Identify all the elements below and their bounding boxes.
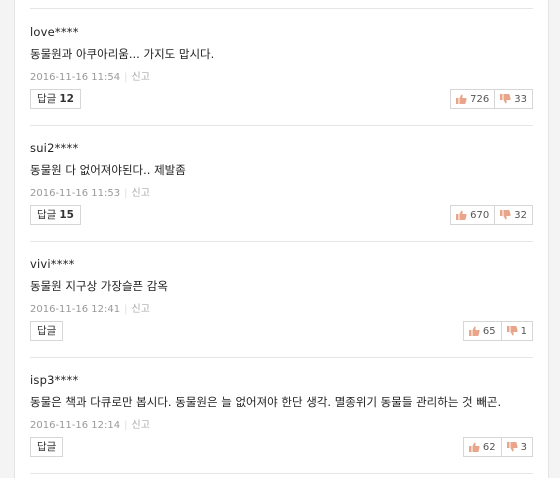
comment-meta: 2016-11-16 12:41 | 신고 [30, 300, 150, 315]
like-button[interactable]: 726 [450, 89, 496, 109]
thumbs-down-icon [500, 210, 511, 220]
comment-item: sui2**** 동물원 다 없어져야된다.. 제발좀 2016-11-16 1… [30, 125, 533, 242]
comment-timestamp: 2016-11-16 12:41 [30, 304, 121, 315]
thumbs-up-icon [456, 210, 467, 220]
reply-button[interactable]: 답글 [30, 321, 64, 341]
thumbs-up-icon [456, 94, 467, 104]
like-count: 670 [470, 209, 490, 221]
dislike-button[interactable]: 3 [501, 437, 533, 457]
like-count: 726 [470, 93, 490, 105]
vote-group: 62 3 [462, 437, 533, 457]
comment-text: 동물은 책과 다큐로만 봅시다. 동물원은 늘 없어져야 한단 생각. 멸종위기… [30, 395, 502, 409]
like-button[interactable]: 62 [462, 437, 502, 457]
comment-item: vivi**** 동물원 지구상 가장슬픈 감옥 2016-11-16 12:4… [30, 241, 533, 358]
vote-group: 670 32 [450, 205, 533, 225]
comment-author[interactable]: vivi**** [30, 257, 75, 271]
vote-group: 726 33 [450, 89, 533, 109]
comment-text: 동물원과 아쿠아리움... 가지도 맙시다. [30, 47, 215, 61]
thumbs-down-icon [506, 442, 518, 452]
thumbs-down-icon [500, 94, 511, 104]
thumbs-up-icon [468, 442, 480, 452]
report-link[interactable]: 신고 [132, 72, 150, 83]
comment-item: isp3**** 동물은 책과 다큐로만 봅시다. 동물원은 늘 없어져야 한단… [30, 357, 533, 474]
comment-text: 동물원 지구상 가장슬픈 감옥 [30, 279, 168, 293]
reply-label: 답글 [37, 209, 57, 221]
meta-divider: | [124, 72, 128, 83]
reply-count: 15 [59, 209, 74, 221]
meta-divider: | [124, 420, 128, 431]
comment-timestamp: 2016-11-16 11:54 [30, 72, 121, 83]
reply-label: 답글 [37, 93, 57, 105]
vote-group: 65 1 [462, 321, 533, 341]
like-button[interactable]: 65 [462, 321, 502, 341]
dislike-count: 33 [514, 93, 527, 105]
comment-meta: 2016-11-16 12:14 | 신고 [30, 416, 150, 431]
reply-label: 답글 [37, 441, 57, 453]
thumbs-down-icon [506, 326, 518, 336]
like-button[interactable]: 670 [450, 205, 496, 225]
comment-item: love**** 동물원과 아쿠아리움... 가지도 맙시다. 2016-11-… [30, 9, 533, 126]
comment-timestamp: 2016-11-16 12:14 [30, 420, 121, 431]
dislike-button[interactable]: 32 [495, 205, 533, 225]
dislike-count: 1 [520, 325, 527, 337]
dislike-count: 3 [520, 441, 527, 453]
report-link[interactable]: 신고 [132, 188, 150, 199]
like-count: 65 [482, 325, 496, 337]
comment-timestamp: 2016-11-16 11:53 [30, 188, 121, 199]
reply-button[interactable]: 답글 15 [30, 205, 81, 225]
meta-divider: | [124, 304, 128, 315]
dislike-button[interactable]: 33 [495, 89, 533, 109]
reply-button[interactable]: 답글 [30, 437, 64, 457]
comment-author[interactable]: love**** [30, 25, 79, 39]
thumbs-up-icon [468, 326, 480, 336]
reply-label: 답글 [37, 325, 57, 337]
like-count: 62 [482, 441, 496, 453]
dislike-button[interactable]: 1 [501, 321, 533, 341]
comment-meta: 2016-11-16 11:53 | 신고 [30, 184, 150, 199]
dislike-count: 32 [514, 209, 527, 221]
comment-author[interactable]: sui2**** [30, 141, 78, 155]
comment-text: 동물원 다 없어져야된다.. 제발좀 [30, 163, 186, 177]
reply-count: 12 [59, 93, 74, 105]
comment-author[interactable]: isp3**** [30, 373, 78, 387]
comment-meta: 2016-11-16 11:54 | 신고 [30, 68, 150, 83]
reply-button[interactable]: 답글 12 [30, 89, 81, 109]
meta-divider: | [124, 188, 128, 199]
report-link[interactable]: 신고 [132, 304, 150, 315]
report-link[interactable]: 신고 [132, 420, 150, 431]
